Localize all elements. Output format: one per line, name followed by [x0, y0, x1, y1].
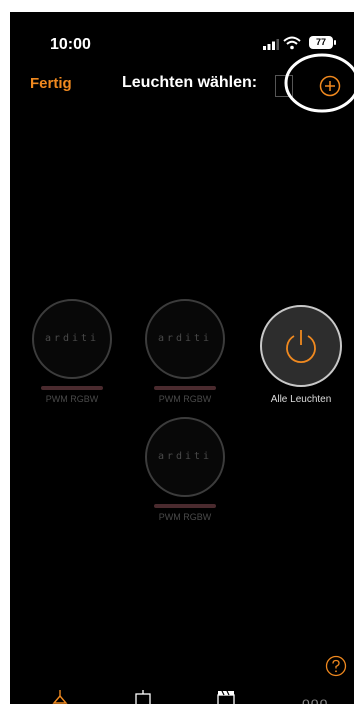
lamp-label: PWM RGBW [158, 512, 212, 522]
arditi-logo: arditi [157, 451, 213, 462]
status-time: 10:00 [50, 36, 91, 53]
lamp-color-bar [41, 386, 103, 390]
clapperboard-icon[interactable] [216, 690, 236, 704]
lamp-icon[interactable] [52, 690, 68, 704]
cellular-signal-icon [263, 39, 279, 50]
app-screen: 10:00 77 Fertig Leuchten wählen: arditi … [10, 12, 354, 704]
lamp-tile[interactable]: arditi PWM RGBW [145, 417, 225, 522]
wifi-icon [283, 36, 301, 50]
page-title: Leuchten wählen: [122, 74, 258, 91]
all-lamps-tile[interactable]: Alle Leuchten [258, 305, 344, 405]
all-lamps-power-button[interactable] [260, 305, 342, 387]
lamp-button[interactable]: arditi [145, 299, 225, 379]
tab-bar: ooo [10, 688, 354, 704]
help-icon[interactable] [325, 655, 347, 677]
lamp-label: PWM RGBW [45, 394, 99, 404]
arditi-logo: arditi [157, 333, 213, 344]
lamp-button[interactable]: arditi [32, 299, 112, 379]
done-button[interactable]: Fertig [30, 75, 72, 92]
lamp-tile[interactable]: arditi PWM RGBW [32, 299, 112, 404]
lamp-button[interactable]: arditi [145, 417, 225, 497]
all-lamps-label: Alle Leuchten [270, 394, 332, 405]
lamp-tile[interactable]: arditi PWM RGBW [145, 299, 225, 404]
battery-level: 77 [315, 37, 326, 47]
lamp-color-bar [154, 504, 216, 508]
lamp-color-bar [154, 386, 216, 390]
scene-icon[interactable] [134, 690, 152, 704]
power-icon [286, 330, 316, 364]
battery-icon: 77 [309, 36, 336, 49]
more-icon[interactable]: ooo [302, 694, 328, 704]
highlight-circle-annotation [284, 53, 354, 113]
lamp-label: PWM RGBW [158, 394, 212, 404]
arditi-logo: arditi [44, 333, 100, 344]
